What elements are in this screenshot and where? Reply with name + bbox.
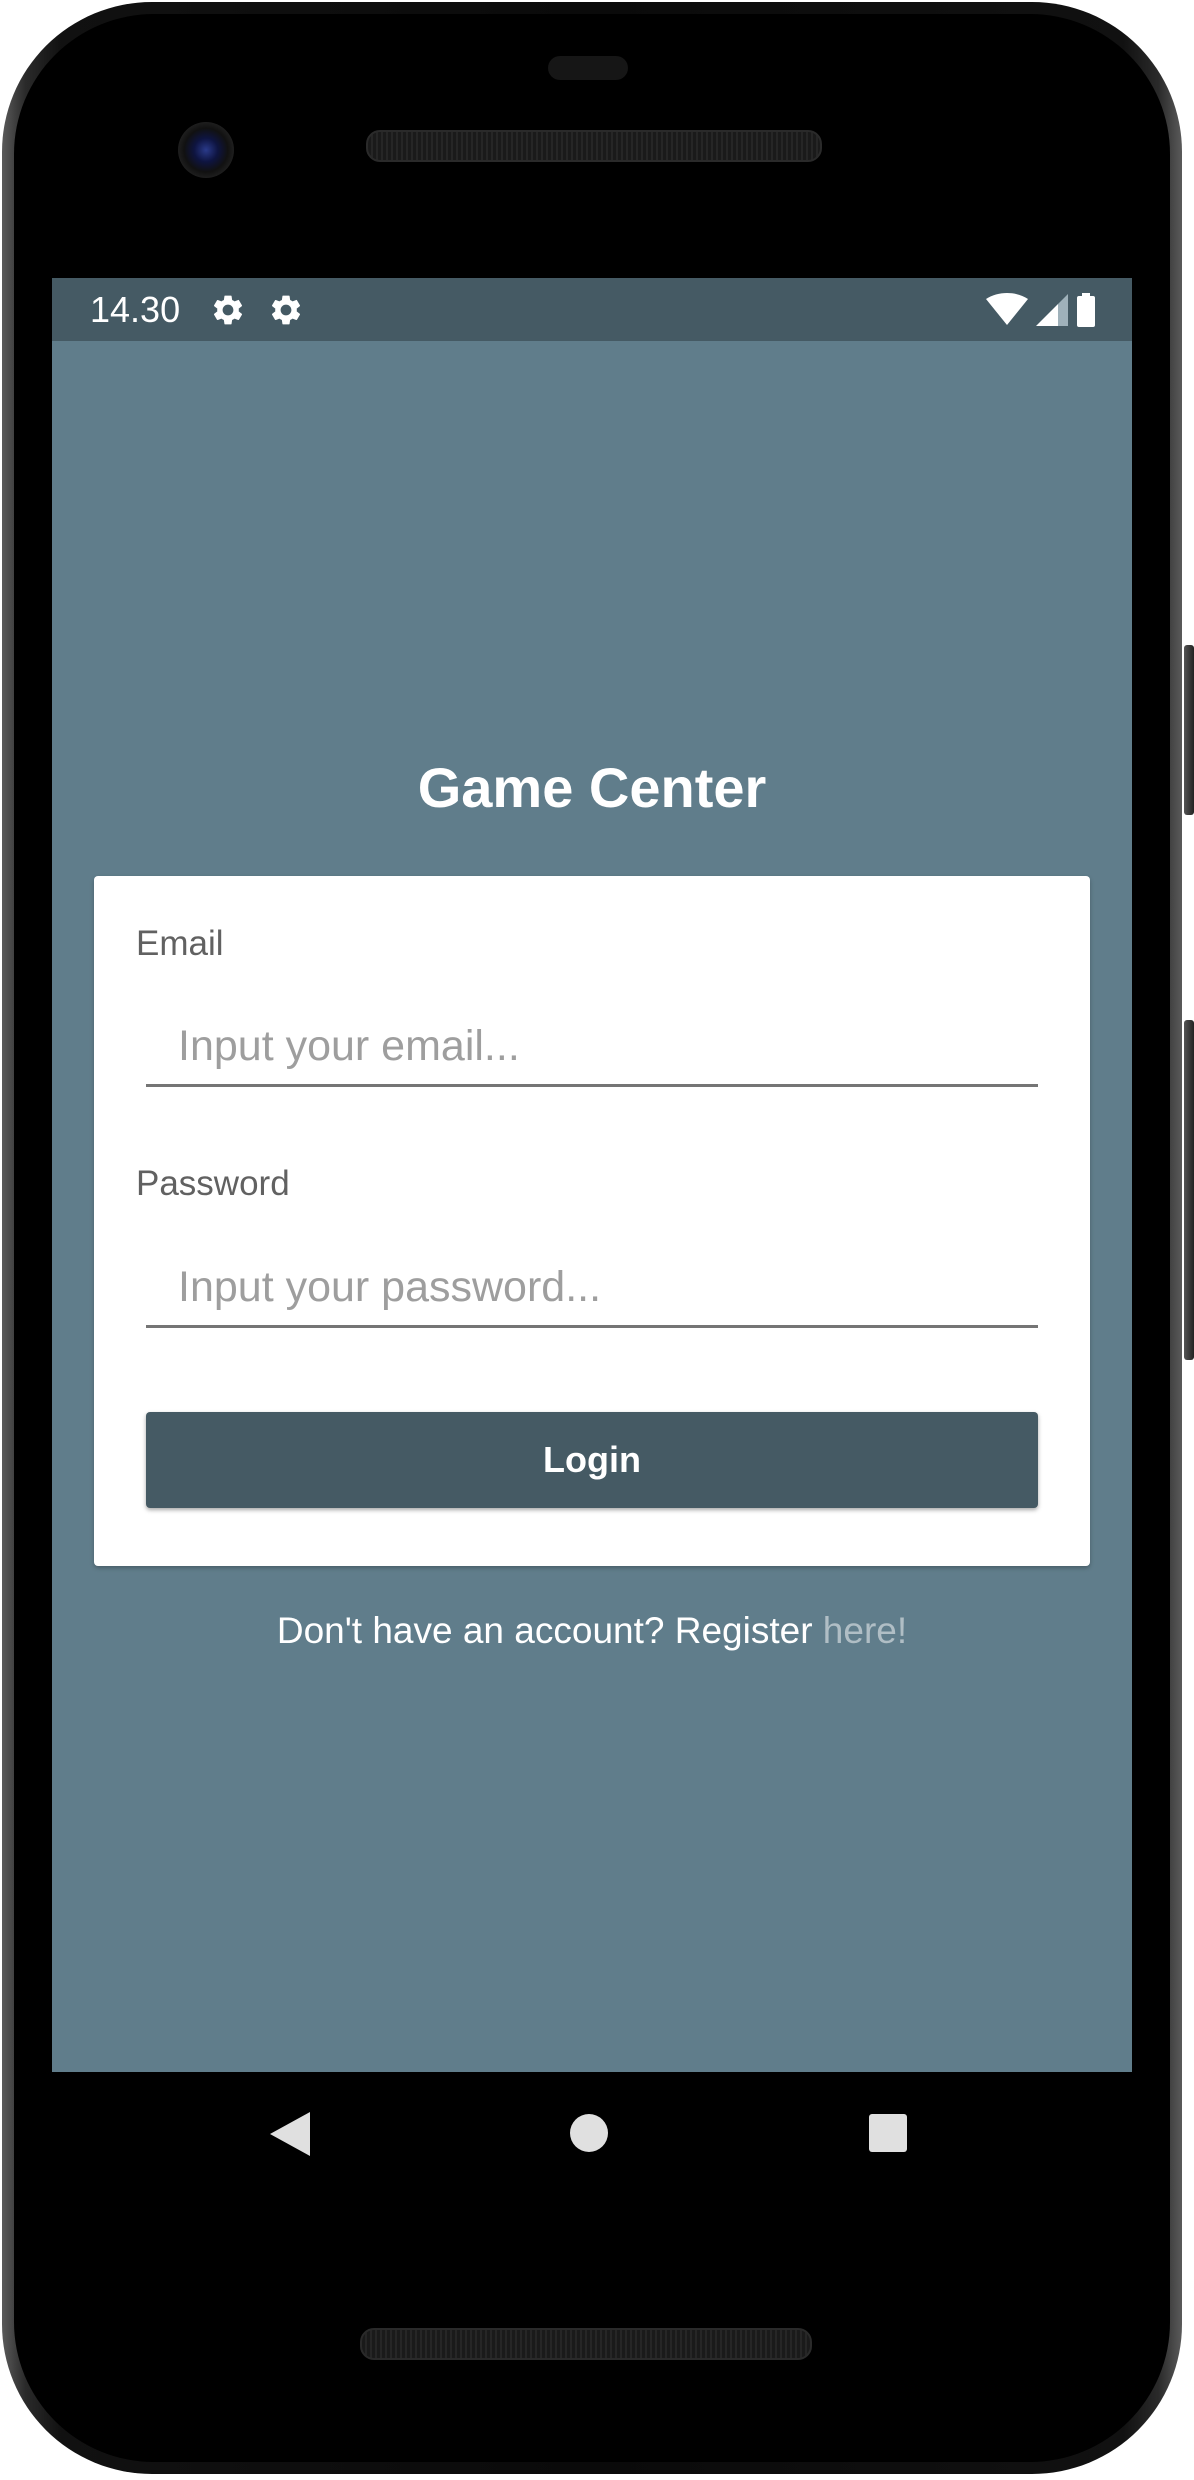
home-icon[interactable] — [570, 2114, 608, 2152]
volume-button — [1184, 1020, 1194, 1360]
register-prompt-text: Don't have an account? Register — [276, 1610, 823, 1651]
top-speaker-grille — [366, 130, 822, 162]
front-camera — [178, 122, 234, 178]
register-link[interactable]: here! — [823, 1610, 907, 1651]
status-bar: 14.30 — [52, 278, 1132, 341]
password-label: Password — [136, 1164, 290, 1203]
login-button[interactable]: Login — [146, 1412, 1038, 1508]
back-icon[interactable] — [270, 2112, 310, 2156]
battery-icon — [1077, 293, 1095, 327]
email-label: Email — [136, 924, 224, 963]
register-prompt: Don't have an account? Register here! — [52, 1608, 1132, 1654]
gear-icon — [271, 295, 301, 325]
proximity-sensor — [548, 56, 628, 80]
email-field[interactable] — [146, 1009, 1038, 1087]
status-time: 14.30 — [90, 289, 181, 330]
phone-device: 14.30 Game Center Email Input your email… — [0, 0, 1194, 2480]
nav-bar — [52, 2072, 1132, 2198]
login-card: Email Password Login — [94, 876, 1090, 1566]
recents-icon[interactable] — [869, 2114, 907, 2152]
power-button — [1184, 645, 1194, 815]
password-field[interactable] — [146, 1250, 1038, 1328]
bottom-speaker-grille — [360, 2328, 812, 2360]
signal-icon — [1036, 294, 1068, 326]
wifi-icon — [986, 293, 1028, 325]
gear-icon — [213, 295, 243, 325]
page-title: Game Center — [417, 756, 767, 819]
app-screen: 14.30 Game Center Email Input your email… — [52, 278, 1132, 2072]
status-icons — [986, 290, 1096, 330]
